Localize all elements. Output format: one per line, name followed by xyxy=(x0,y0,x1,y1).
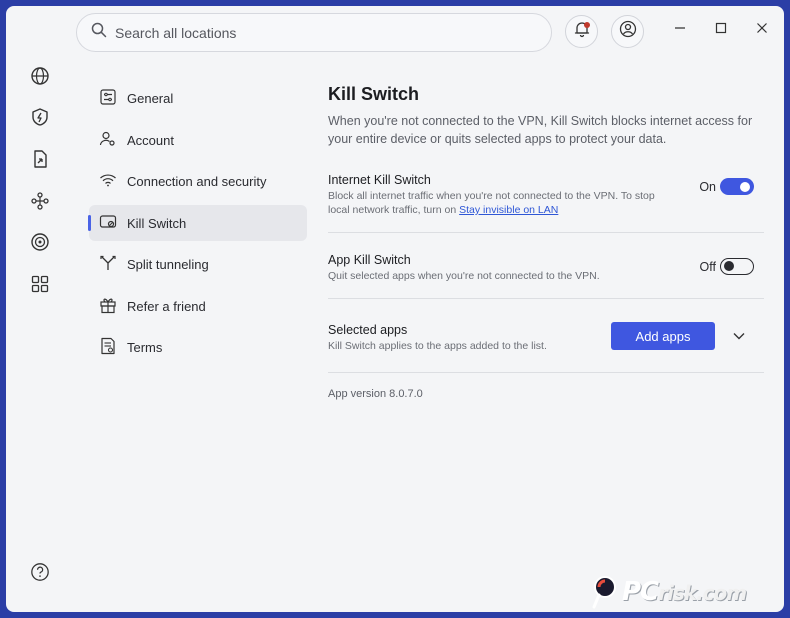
nav-item-terms[interactable]: Terms xyxy=(89,329,307,365)
toggle-knob xyxy=(724,261,734,271)
notification-dot xyxy=(584,22,590,28)
gift-icon xyxy=(99,296,127,317)
help-icon[interactable] xyxy=(30,562,52,584)
shield-bolt-icon[interactable] xyxy=(30,107,52,129)
close-button[interactable] xyxy=(755,23,769,37)
nav-item-kill-switch[interactable]: Kill Switch xyxy=(88,205,307,241)
internet-kill-switch-title: Internet Kill Switch xyxy=(328,173,431,187)
divider xyxy=(328,372,764,373)
nav-label: Kill Switch xyxy=(127,215,187,231)
profile-button[interactable] xyxy=(611,15,644,48)
target-icon[interactable] xyxy=(30,232,52,254)
internet-kill-switch-toggle[interactable] xyxy=(720,178,754,195)
maximize-button[interactable] xyxy=(714,21,728,39)
app-kill-switch-toggle[interactable] xyxy=(720,258,754,275)
nav-label: Split tunneling xyxy=(127,256,209,272)
kill-switch-icon xyxy=(99,213,127,234)
pcrisk-watermark: PCrisk.com xyxy=(592,570,782,614)
minimize-icon xyxy=(674,21,686,39)
app-window: General Account Connection and security … xyxy=(6,6,784,612)
internet-toggle-label: On xyxy=(699,180,716,194)
close-icon xyxy=(756,21,768,39)
search-bar[interactable] xyxy=(76,13,552,52)
document-icon xyxy=(99,337,127,358)
watermark-text: PCrisk.com xyxy=(622,577,747,607)
toggle-knob xyxy=(740,181,750,192)
nav-item-general[interactable]: General xyxy=(89,80,307,116)
watermark-pc: PC xyxy=(622,577,659,607)
minimize-button[interactable] xyxy=(673,23,687,37)
page-title: Kill Switch xyxy=(328,84,420,104)
user-icon xyxy=(619,20,637,43)
nav-item-connection[interactable]: Connection and security xyxy=(89,163,307,199)
app-toggle-label: Off xyxy=(699,260,716,274)
maximize-icon xyxy=(715,21,727,39)
divider xyxy=(328,232,764,233)
nav-label: Account xyxy=(127,132,174,148)
search-icon xyxy=(91,22,107,43)
notifications-button[interactable] xyxy=(565,15,598,48)
magnifier-logo xyxy=(592,576,616,609)
nav-label: Refer a friend xyxy=(127,298,206,314)
globe-icon[interactable] xyxy=(30,66,52,88)
file-share-icon[interactable] xyxy=(30,149,52,171)
split-icon xyxy=(99,254,127,275)
nav-label: General xyxy=(127,90,174,106)
nav-item-account[interactable]: Account xyxy=(89,122,307,158)
apps-grid-icon[interactable] xyxy=(30,274,52,296)
add-apps-button[interactable]: Add apps xyxy=(611,322,715,350)
mesh-icon[interactable] xyxy=(30,191,52,213)
stay-invisible-link[interactable]: Stay invisible on LAN xyxy=(459,204,558,216)
app-kill-switch-title: App Kill Switch xyxy=(328,253,411,267)
nav-label: Connection and security xyxy=(127,173,267,189)
selected-apps-title: Selected apps xyxy=(328,323,408,337)
nav-label: Terms xyxy=(127,339,163,355)
nav-item-split-tunneling[interactable]: Split tunneling xyxy=(89,246,307,282)
app-version: App version 8.0.7.0 xyxy=(328,388,423,400)
internet-kill-switch-desc: Block all internet traffic when you're n… xyxy=(328,189,668,217)
user-gear-icon xyxy=(99,130,127,151)
wifi-icon xyxy=(99,171,127,192)
app-kill-switch-desc: Quit selected apps when you're not conne… xyxy=(328,270,600,282)
page-description: When you're not connected to the VPN, Ki… xyxy=(328,114,753,146)
chevron-down-icon[interactable] xyxy=(732,329,746,343)
search-input[interactable] xyxy=(115,24,515,41)
watermark-domain: risk.com xyxy=(658,581,747,605)
sliders-icon xyxy=(99,88,127,109)
nav-item-refer[interactable]: Refer a friend xyxy=(89,288,307,324)
divider xyxy=(328,298,764,299)
